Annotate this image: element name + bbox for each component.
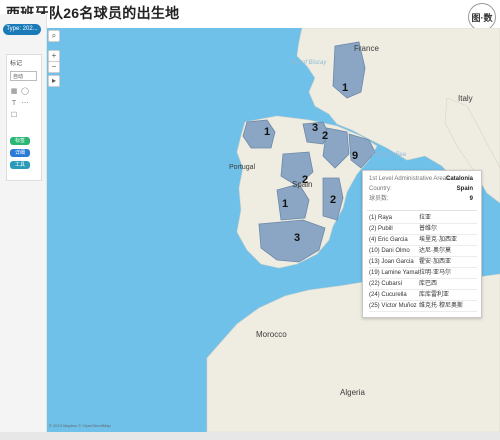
player-name-en: (24) Cucurella bbox=[369, 292, 407, 298]
player-row: (1) Raya 拉亚 bbox=[369, 213, 477, 224]
type-filter-pill[interactable]: Type: 202... bbox=[3, 24, 41, 35]
player-name-en: (10) Dani Olmo bbox=[369, 248, 410, 254]
tooltip-country-key: Country: bbox=[369, 186, 392, 192]
map-attribution[interactable]: © 2024 Mapbox © OpenStreetMap bbox=[49, 423, 111, 428]
tooltip-region-key: 1st Level Administrative Areas: bbox=[369, 176, 451, 182]
size-icon[interactable]: ◯ bbox=[21, 88, 29, 96]
player-name-en: (1) Raya bbox=[369, 215, 393, 221]
region-count-pays-basque[interactable]: 1 bbox=[342, 82, 348, 94]
player-name-en: (13) Joan Garcia bbox=[369, 259, 414, 265]
country-label-algeria: Algeria bbox=[340, 388, 365, 397]
region-galicia bbox=[242, 119, 276, 149]
tooltip-count-key: 球员数: bbox=[369, 196, 389, 202]
marks-card: 标记 自动 ▦ ◯ T ⋯ ☐ 标签 详细 工具 bbox=[6, 54, 42, 181]
tooltip-icon[interactable]: ☐ bbox=[10, 112, 18, 120]
tooltip-count-row: 球员数: 9 bbox=[369, 195, 477, 204]
pan-arrow-icon[interactable]: ▸ bbox=[48, 75, 60, 87]
marks-chip-2[interactable]: 详细 bbox=[10, 149, 30, 157]
player-name-zh: 达尼·奥尔莫 bbox=[419, 248, 451, 254]
marks-chip-1[interactable]: 标签 bbox=[10, 137, 30, 145]
region-count-galicia[interactable]: 1 bbox=[264, 126, 270, 138]
player-row: (19) Lamine Yamal 拉明·亚马尔 bbox=[369, 268, 477, 279]
color-icon[interactable]: ▦ bbox=[10, 88, 18, 96]
detail-icon[interactable]: ⋯ bbox=[21, 100, 29, 108]
player-name-en: (25) Víctor Muñoz bbox=[369, 303, 417, 309]
country-label-morocco: Morocco bbox=[256, 330, 287, 339]
zoom-out-icon[interactable]: − bbox=[48, 61, 60, 73]
tooltip-country-value: Spain bbox=[456, 186, 473, 192]
player-row: (13) Joan Garcia 霍安·加西亚 bbox=[369, 257, 477, 268]
region-count-catalonia[interactable]: 9 bbox=[352, 150, 358, 162]
player-name-zh: 埃里克·加西亚 bbox=[419, 237, 457, 243]
player-name-zh: 普维尔 bbox=[419, 226, 438, 232]
tooltip-region-value: Catalonia bbox=[445, 176, 473, 182]
player-row: (22) Cubarsí 库巴西 bbox=[369, 279, 477, 290]
player-name-en: (4) Eric Garcia bbox=[369, 237, 408, 243]
player-row: (10) Dani Olmo 达尼·奥尔莫 bbox=[369, 246, 477, 257]
player-name-zh: 库库雷利亚 bbox=[419, 292, 450, 298]
player-name-en: (22) Cubarsí bbox=[369, 281, 403, 287]
player-name-zh: 拉亚 bbox=[419, 215, 432, 221]
player-name-zh: 维克托·穆尼奥斯 bbox=[419, 303, 463, 309]
region-count-andalusia[interactable]: 3 bbox=[294, 232, 300, 244]
dashboard-header: 西班牙队26名球员的出生地 图·数 bbox=[0, 0, 500, 31]
bottom-status-bar bbox=[0, 432, 500, 440]
region-count-castile-leon[interactable]: 2 bbox=[302, 174, 308, 186]
country-label-italy: Italy bbox=[458, 94, 473, 103]
player-row: (4) Eric Garcia 埃里克·加西亚 bbox=[369, 235, 477, 246]
region-count-valencia[interactable]: 2 bbox=[330, 194, 336, 206]
region-count-madrid[interactable]: 1 bbox=[282, 198, 288, 210]
player-name-en: (19) Lamine Yamal bbox=[369, 270, 420, 276]
marks-chip-3[interactable]: 工具 bbox=[10, 161, 30, 169]
marks-card-label: 标记 bbox=[10, 61, 23, 67]
country-label-portugal: Portugal bbox=[229, 164, 256, 171]
country-label-france: France bbox=[354, 44, 379, 53]
tooltip-divider bbox=[367, 210, 477, 211]
sea-label-biscay: Bay of Biscay bbox=[290, 60, 327, 66]
player-name-zh: 霍安·加西亚 bbox=[419, 259, 451, 265]
player-name-en: (2) Pubill bbox=[369, 226, 393, 232]
region-count-aragon[interactable]: 2 bbox=[322, 130, 328, 142]
player-row: (25) Víctor Muñoz 维克托·穆尼奥斯 bbox=[369, 301, 477, 312]
player-name-zh: 库巴西 bbox=[419, 281, 438, 287]
region-tooltip: 1st Level Administrative Areas: Cataloni… bbox=[362, 170, 482, 318]
brand-logo: 图·数 bbox=[468, 3, 496, 31]
label-icon[interactable]: T bbox=[10, 100, 18, 108]
player-row: (24) Cucurella 库库雷利亚 bbox=[369, 290, 477, 301]
player-row: (2) Pubill 普维尔 bbox=[369, 224, 477, 235]
tooltip-region-row: 1st Level Administrative Areas: Cataloni… bbox=[369, 175, 477, 184]
map-search-icon[interactable]: ⌕ bbox=[48, 30, 60, 42]
tooltip-count-value: 9 bbox=[469, 196, 473, 202]
sea-label-balearic: Balearic Sea bbox=[372, 152, 407, 158]
region-count-navarre[interactable]: 3 bbox=[312, 122, 318, 134]
mark-type-select[interactable]: 自动 bbox=[10, 71, 37, 81]
left-panel: Type: 202... 标记 自动 ▦ ◯ T ⋯ ☐ 标签 详细 工具 bbox=[0, 14, 47, 440]
tooltip-country-row: Country: Spain bbox=[369, 185, 477, 194]
player-name-zh: 拉明·亚马尔 bbox=[419, 270, 451, 276]
